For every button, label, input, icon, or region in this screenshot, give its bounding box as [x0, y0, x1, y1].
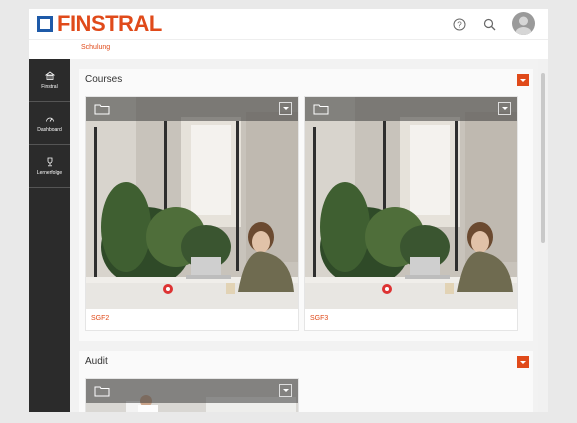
main-content: Courses SGF2 SGF3 Audit: [70, 59, 548, 412]
courses-section-header: Courses: [79, 69, 533, 91]
sidebar-item-label: Lernerfolge: [36, 169, 63, 176]
course-name[interactable]: SGF3: [310, 315, 328, 322]
scrollbar-thumb[interactable]: [541, 73, 545, 243]
logo-square-icon: [37, 16, 53, 32]
chevron-down-icon: [282, 389, 289, 392]
audit-section-header: Audit: [79, 351, 533, 373]
folder-icon: [94, 102, 110, 115]
course-image: [86, 97, 298, 309]
chevron-down-icon: [282, 107, 289, 110]
course-name[interactable]: SGF2: [91, 315, 109, 322]
user-avatar-icon[interactable]: [512, 12, 535, 35]
search-icon[interactable]: [482, 17, 496, 31]
folder-icon: [313, 102, 329, 115]
trophy-icon: [47, 157, 52, 166]
course-image: [305, 97, 517, 309]
card-overlay: [305, 97, 517, 121]
sidebar-item-label: Dashboard: [37, 126, 62, 133]
sidebar-item-label: Finstral: [41, 83, 58, 90]
card-overlay: [86, 379, 298, 403]
section-title: Courses: [85, 74, 123, 85]
chevron-down-icon: [520, 360, 526, 364]
chevron-down-icon: [501, 107, 508, 110]
dashboard-icon: [45, 117, 54, 122]
svg-text:?: ?: [457, 20, 462, 29]
finstral-logo[interactable]: FINSTRAL: [37, 11, 162, 36]
vertical-scrollbar[interactable]: [538, 59, 548, 412]
card-menu-button[interactable]: [279, 102, 292, 115]
card-overlay: [86, 97, 298, 121]
section-title: Audit: [85, 356, 108, 367]
top-header: FINSTRAL ?: [29, 9, 548, 40]
help-circle-icon[interactable]: ?: [452, 17, 466, 31]
card-menu-button[interactable]: [279, 384, 292, 397]
collapse-button[interactable]: [517, 74, 529, 86]
collapse-button[interactable]: [517, 356, 529, 368]
audit-panel: [79, 373, 533, 412]
app-window: FINSTRAL ? Schulung Finstral Dashboard L…: [29, 9, 548, 412]
sidebar: Finstral Dashboard Lernerfolge: [29, 59, 70, 412]
sidebar-item-finstral[interactable]: Finstral: [29, 59, 70, 102]
logo-text: FINSTRAL: [57, 11, 162, 36]
nav-link-schulung[interactable]: Schulung: [81, 44, 110, 51]
secondary-nav: Schulung: [29, 40, 548, 60]
chevron-down-icon: [520, 78, 526, 82]
courses-panel: SGF2 SGF3: [79, 91, 533, 341]
sidebar-item-lernerfolge[interactable]: Lernerfolge: [29, 145, 70, 188]
building-icon: [44, 71, 55, 80]
course-card[interactable]: SGF2: [85, 96, 299, 331]
card-menu-button[interactable]: [498, 102, 511, 115]
audit-card[interactable]: [85, 378, 299, 412]
folder-icon: [94, 384, 110, 397]
course-card[interactable]: SGF3: [304, 96, 518, 331]
audit-image: [86, 379, 298, 412]
sidebar-item-dashboard[interactable]: Dashboard: [29, 102, 70, 145]
